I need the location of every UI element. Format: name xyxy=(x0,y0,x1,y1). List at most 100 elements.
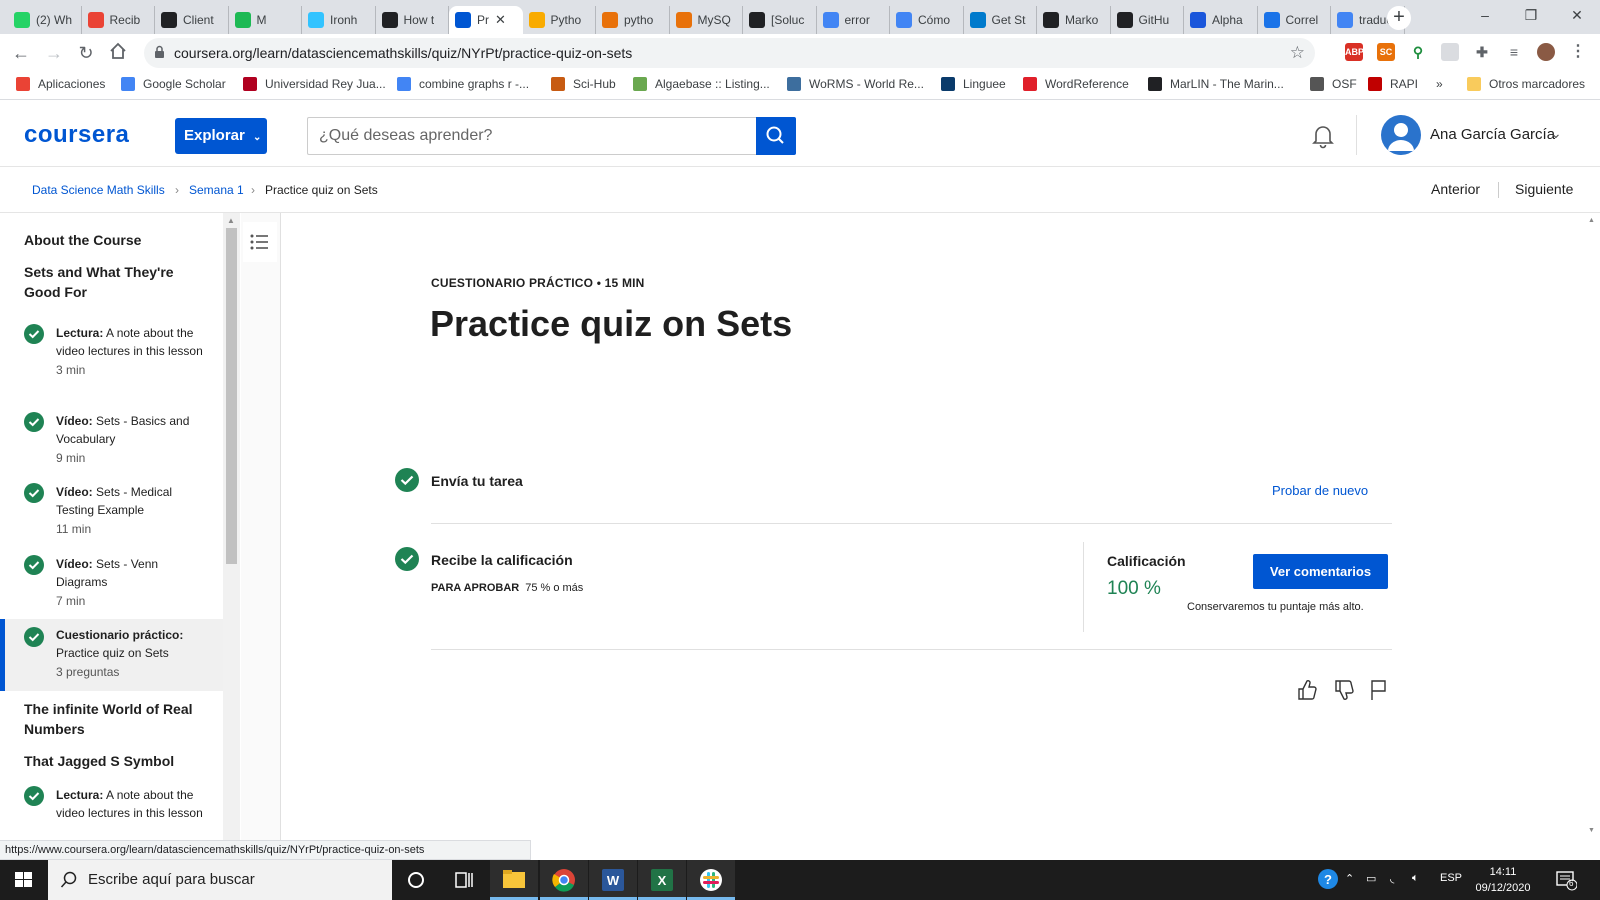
other-bookmarks-folder[interactable]: Otros marcadores xyxy=(1467,77,1585,91)
sidebar-item-sets-medical[interactable]: Vídeo: Sets - Medical Testing Example 11 … xyxy=(0,483,223,539)
adblock-extension-icon[interactable]: ABP xyxy=(1345,43,1364,61)
battery-icon[interactable]: ▭ xyxy=(1366,872,1376,885)
sidebar-item-note-lectures-2[interactable]: Lectura: A note about the video lectures… xyxy=(0,786,223,840)
browser-tab[interactable]: GitHu xyxy=(1111,6,1184,34)
browser-tab[interactable]: Client xyxy=(155,6,229,34)
sidebar-section-sets[interactable]: Sets and What They're Good For xyxy=(24,262,204,302)
chrome-menu-icon[interactable]: ⋮ xyxy=(1569,43,1587,61)
browser-tab[interactable]: error xyxy=(817,6,890,34)
chevron-down-icon[interactable]: ⌄ xyxy=(1550,125,1562,142)
browser-tab[interactable]: Pytho xyxy=(523,6,596,34)
bookmarks-overflow-button[interactable]: » xyxy=(1436,77,1443,91)
word-icon[interactable]: W xyxy=(589,860,637,900)
browser-tab[interactable]: Pr ✕ xyxy=(449,6,523,34)
bookmark-item[interactable]: Google Scholar xyxy=(121,77,226,91)
browser-tab[interactable]: How t xyxy=(376,6,449,34)
media-control-icon[interactable]: ≡ xyxy=(1505,43,1523,61)
bookmark-item[interactable]: Sci-Hub xyxy=(551,77,616,91)
scroll-up-arrow-icon[interactable]: ▲ xyxy=(1588,217,1595,224)
sidebar-item-note-lectures[interactable]: Lectura: A note about the video lectures… xyxy=(0,324,223,396)
volume-icon[interactable]: 🔈︎ xyxy=(1412,872,1419,885)
browser-tab[interactable]: (2) Wh xyxy=(8,6,82,34)
bookmark-item[interactable]: OSF xyxy=(1310,77,1357,91)
avatar[interactable] xyxy=(1381,115,1421,155)
browser-tab[interactable]: Correl xyxy=(1258,6,1331,34)
reload-icon[interactable]: ↻ xyxy=(75,42,97,64)
sidebar-section-jagged-s[interactable]: That Jagged S Symbol xyxy=(24,751,204,771)
page-scrollbar[interactable]: ▲ ▼ xyxy=(1583,213,1600,840)
minimize-button[interactable]: – xyxy=(1462,0,1508,32)
notifications-icon[interactable]: 6 xyxy=(1555,869,1578,894)
scroll-up-arrow-icon[interactable]: ▲ xyxy=(227,216,235,225)
address-bar[interactable]: coursera.org/learn/datasciencemathskills… xyxy=(144,38,1315,68)
thumbs-up-icon[interactable] xyxy=(1296,678,1318,702)
excel-icon[interactable]: X xyxy=(638,860,686,900)
browser-tab[interactable]: M xyxy=(229,6,302,34)
view-feedback-button[interactable]: Ver comentarios xyxy=(1253,554,1388,589)
bookmark-item[interactable]: MarLIN - The Marin... xyxy=(1148,77,1284,91)
sidebar-scrollbar-thumb[interactable] xyxy=(226,228,237,564)
sidebar-item-practice-quiz[interactable]: Cuestionario práctico: Practice quiz on … xyxy=(0,619,223,691)
sidebar-section-real-numbers[interactable]: The infinite World of Real Numbers xyxy=(24,699,204,739)
chrome-icon[interactable] xyxy=(540,860,588,900)
bookmark-item[interactable]: Algaebase :: Listing... xyxy=(633,77,770,91)
bookmark-item[interactable]: WordReference xyxy=(1023,77,1129,91)
slack-icon[interactable] xyxy=(687,860,735,900)
flag-icon[interactable] xyxy=(1368,678,1390,702)
sidebar-item-sets-venn[interactable]: Vídeo: Sets - Venn Diagrams 7 min xyxy=(0,555,223,611)
bookmark-star-icon[interactable]: ☆ xyxy=(1290,43,1305,63)
shield-extension-icon[interactable] xyxy=(1441,43,1459,61)
bookmark-item[interactable]: RAPI xyxy=(1368,77,1418,91)
browser-tab[interactable]: pytho xyxy=(596,6,670,34)
cortana-icon[interactable] xyxy=(392,860,440,900)
forward-arrow-icon[interactable]: → xyxy=(43,42,65,64)
browser-tab[interactable]: Recib xyxy=(82,6,155,34)
bell-icon[interactable] xyxy=(1310,122,1336,150)
browser-tab[interactable]: MySQ xyxy=(670,6,743,34)
thumbs-down-icon[interactable] xyxy=(1333,678,1355,702)
user-name[interactable]: Ana García García xyxy=(1430,126,1555,143)
browser-tab[interactable]: Cómo xyxy=(890,6,964,34)
pin-extension-icon[interactable]: ⚲ xyxy=(1409,43,1427,61)
breadcrumb-course[interactable]: Data Science Math Skills xyxy=(32,183,165,197)
explore-button[interactable]: Explorar ⌄ xyxy=(175,118,267,154)
next-link[interactable]: Siguiente xyxy=(1515,181,1573,197)
breadcrumb-week[interactable]: Semana 1 xyxy=(189,183,244,197)
windows-start-icon[interactable] xyxy=(0,860,48,900)
back-arrow-icon[interactable]: ← xyxy=(10,42,32,64)
chevron-up-icon[interactable]: ⌃ xyxy=(1345,872,1354,885)
close-window-button[interactable]: ✕ xyxy=(1554,0,1600,32)
file-explorer-icon[interactable] xyxy=(490,860,538,900)
close-tab-icon[interactable]: ✕ xyxy=(495,12,506,28)
bookmark-item[interactable]: WoRMS - World Re... xyxy=(787,77,924,91)
taskbar-search[interactable]: Escribe aquí para buscar xyxy=(48,860,392,900)
clock[interactable]: 14:11 09/12/2020 xyxy=(1468,864,1538,896)
search-button[interactable] xyxy=(756,117,796,155)
profile-avatar-icon[interactable] xyxy=(1537,43,1555,61)
toc-toggle-button[interactable] xyxy=(243,222,277,262)
sc-extension-icon[interactable]: SC xyxy=(1377,43,1395,61)
home-icon[interactable] xyxy=(107,42,129,64)
bookmark-item[interactable]: combine graphs r -... xyxy=(397,77,529,91)
bookmark-item[interactable]: Aplicaciones xyxy=(16,77,105,91)
language-indicator[interactable]: ESP xyxy=(1440,872,1462,884)
coursera-logo[interactable]: coursera xyxy=(24,121,129,149)
sidebar-section-about[interactable]: About the Course xyxy=(24,230,204,250)
browser-tab[interactable]: Alpha xyxy=(1184,6,1258,34)
bookmark-item[interactable]: Linguee xyxy=(941,77,1006,91)
scroll-down-arrow-icon[interactable]: ▼ xyxy=(1588,827,1595,834)
browser-tab[interactable]: Marko xyxy=(1037,6,1111,34)
new-tab-button[interactable]: + xyxy=(1387,6,1411,30)
search-input[interactable] xyxy=(308,118,757,154)
browser-tab[interactable]: [Soluc xyxy=(743,6,817,34)
browser-tab[interactable]: Get St xyxy=(964,6,1037,34)
bookmark-item[interactable]: Universidad Rey Jua... xyxy=(243,77,386,91)
sidebar-item-sets-basics[interactable]: Vídeo: Sets - Basics and Vocabulary 9 min xyxy=(0,412,223,468)
wifi-icon[interactable]: ◟ xyxy=(1390,872,1394,885)
try-again-link[interactable]: Probar de nuevo xyxy=(1272,483,1368,498)
browser-tab[interactable]: Ironh xyxy=(302,6,376,34)
previous-link[interactable]: Anterior xyxy=(1431,181,1480,197)
restore-button[interactable]: ❐ xyxy=(1508,0,1554,32)
help-icon[interactable]: ? xyxy=(1317,868,1339,893)
task-view-icon[interactable] xyxy=(440,860,488,900)
